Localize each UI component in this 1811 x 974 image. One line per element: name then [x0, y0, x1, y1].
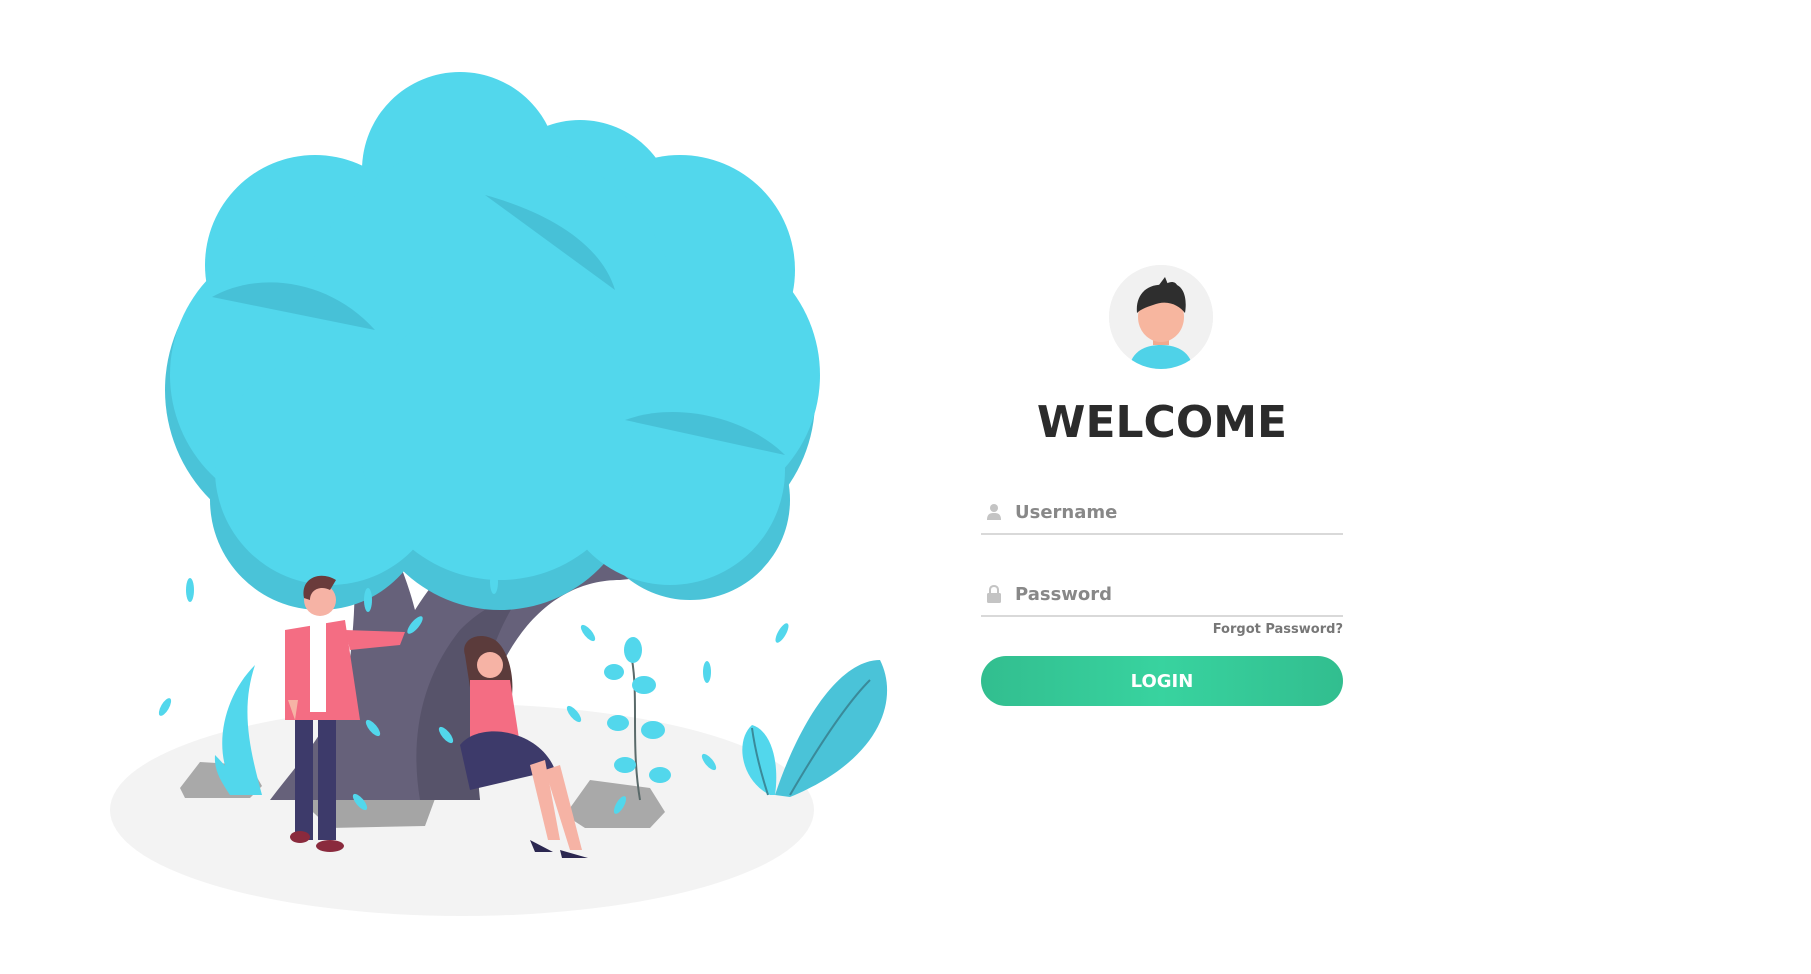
user-avatar-icon — [1109, 265, 1213, 369]
tree-illustration — [110, 72, 888, 916]
lock-icon — [987, 585, 1001, 603]
big-leaf — [742, 660, 888, 797]
tree-foliage — [170, 72, 820, 585]
login-button[interactable]: LOGIN — [981, 656, 1343, 706]
password-field — [981, 565, 1343, 617]
forgot-password-link[interactable]: Forgot Password? — [1213, 622, 1343, 637]
password-input[interactable] — [1013, 579, 1337, 609]
username-field — [981, 483, 1343, 535]
user-icon — [987, 504, 1001, 520]
welcome-title: WELCOME — [1036, 397, 1288, 448]
username-input[interactable] — [1013, 497, 1337, 527]
login-page: WELCOME Forgot Password? LOGIN — [0, 0, 1811, 974]
